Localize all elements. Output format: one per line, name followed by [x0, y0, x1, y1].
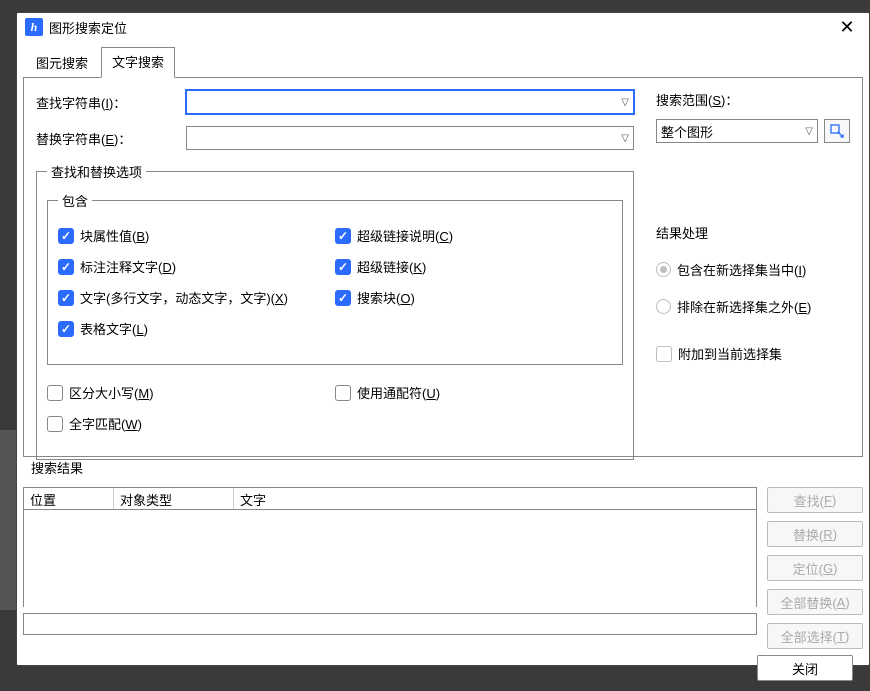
radio-include[interactable]: 包含在新选择集当中(I): [656, 260, 850, 279]
scope-label: 搜索范围(S)：: [656, 90, 850, 109]
col-position[interactable]: 位置: [24, 488, 114, 509]
chk-hyperlink[interactable]: 超级链接(K): [335, 257, 612, 276]
replace-all-button[interactable]: 全部替换(A): [767, 589, 863, 615]
status-input[interactable]: [23, 613, 757, 635]
results-area: 位置 对象类型 文字 查找(F) 替换(R) 定位(G) 全部替换(A) 全部选…: [23, 487, 863, 649]
chevron-down-icon: ▽: [621, 133, 629, 144]
results-body[interactable]: [24, 510, 756, 606]
close-button[interactable]: 关闭: [757, 655, 853, 681]
chevron-down-icon: ▽: [621, 97, 629, 108]
chk-text-multi[interactable]: 文字(多行文字，动态文字，文字)(X): [58, 288, 335, 307]
find-button[interactable]: 查找(F): [767, 487, 863, 513]
col-text[interactable]: 文字: [234, 488, 756, 509]
include-fieldset: 包含 块属性值(B) 标注注释文字(D) 文字(多行文字，动态文字，文字)(X)…: [47, 191, 623, 365]
select-all-button[interactable]: 全部选择(T): [767, 623, 863, 649]
chk-block-attr[interactable]: 块属性值(B): [58, 226, 335, 245]
dialog-window: h 图形搜索定位 ✕ 图元搜索 文字搜索 查找字符串(I)： ▽ 替换字符串(E…: [16, 12, 870, 666]
left-column: 查找字符串(I)： ▽ 替换字符串(E)： ▽ 查找和替换选项 包含 块属性值(…: [36, 90, 650, 444]
footer: 关闭: [23, 649, 863, 681]
chk-append[interactable]: 附加到当前选择集: [656, 344, 850, 363]
radio-exclude[interactable]: 排除在新选择集之外(E): [656, 297, 850, 316]
chk-wildcard[interactable]: 使用通配符(U): [335, 383, 623, 402]
results-handling-legend: 结果处理: [656, 223, 850, 242]
chk-case[interactable]: 区分大小写(M): [47, 383, 335, 402]
find-label: 查找字符串(I)：: [36, 93, 186, 112]
content-area: 图元搜索 文字搜索 查找字符串(I)： ▽ 替换字符串(E)： ▽ 查找和替换选…: [17, 41, 869, 691]
chk-search-block[interactable]: 搜索块(O): [335, 288, 612, 307]
chk-hyperlink-desc[interactable]: 超级链接说明(C): [335, 226, 612, 245]
tab-panel: 查找字符串(I)： ▽ 替换字符串(E)： ▽ 查找和替换选项 包含 块属性值(…: [23, 77, 863, 457]
chevron-down-icon: ▽: [805, 126, 813, 137]
replace-button[interactable]: 替换(R): [767, 521, 863, 547]
replace-label: 替换字符串(E)：: [36, 129, 186, 148]
window-title: 图形搜索定位: [49, 18, 833, 37]
tab-bar: 图元搜索 文字搜索: [23, 47, 863, 78]
results-header: 位置 对象类型 文字: [24, 488, 756, 510]
right-column: 搜索范围(S)： 整个图形▽ 结果处理 包含在新选择集当中(I) 排除在新选择集…: [650, 90, 850, 444]
pick-objects-button[interactable]: [824, 119, 850, 143]
results-legend: 搜索结果: [31, 458, 863, 477]
find-combo[interactable]: ▽: [186, 90, 634, 114]
tab-element-search[interactable]: 图元搜索: [25, 48, 99, 79]
scope-combo[interactable]: 整个图形▽: [656, 119, 818, 143]
include-legend: 包含: [58, 191, 92, 210]
replace-combo[interactable]: ▽: [186, 126, 634, 150]
options-fieldset: 查找和替换选项 包含 块属性值(B) 标注注释文字(D) 文字(多行文字，动态文…: [36, 162, 634, 460]
tab-text-search[interactable]: 文字搜索: [101, 47, 175, 78]
col-type[interactable]: 对象类型: [114, 488, 234, 509]
chk-dim-text[interactable]: 标注注释文字(D): [58, 257, 335, 276]
find-row: 查找字符串(I)： ▽: [36, 90, 634, 114]
select-arrow-icon: [829, 123, 845, 139]
titlebar: h 图形搜索定位 ✕: [17, 13, 869, 41]
chk-table-text[interactable]: 表格文字(L): [58, 319, 335, 338]
locate-button[interactable]: 定位(G): [767, 555, 863, 581]
chk-whole[interactable]: 全字匹配(W): [47, 414, 335, 433]
close-icon[interactable]: ✕: [833, 13, 861, 41]
results-table[interactable]: 位置 对象类型 文字: [23, 487, 757, 607]
action-buttons: 查找(F) 替换(R) 定位(G) 全部替换(A) 全部选择(T): [767, 487, 863, 649]
options-legend: 查找和替换选项: [47, 162, 146, 181]
replace-row: 替换字符串(E)： ▽: [36, 126, 634, 150]
app-icon: h: [25, 18, 43, 36]
